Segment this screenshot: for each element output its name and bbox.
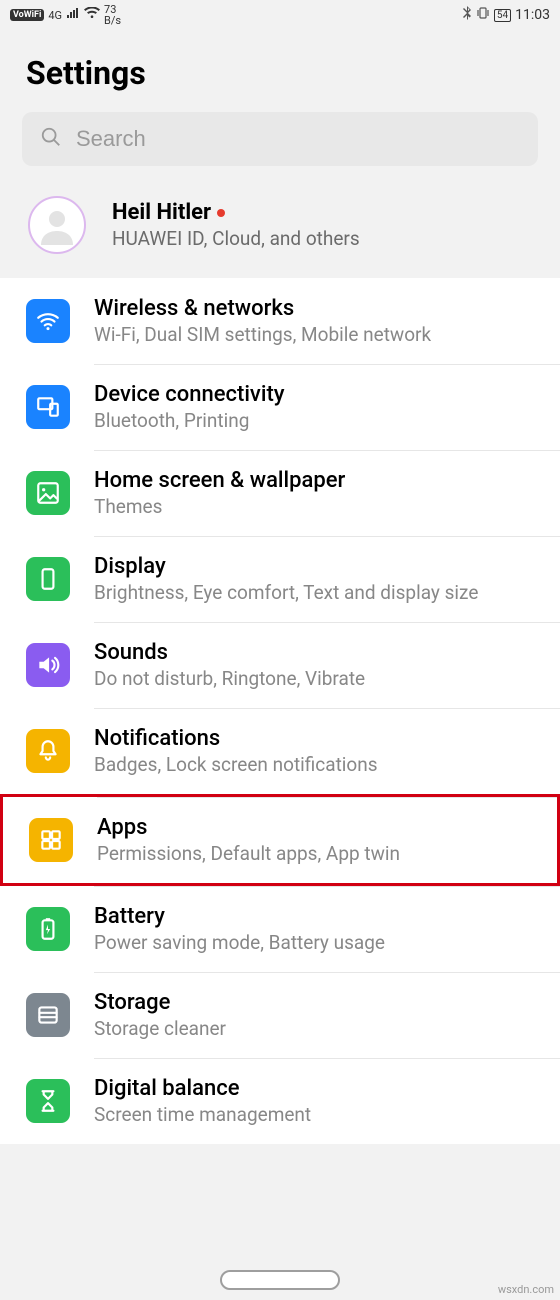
item-title: Display	[94, 554, 478, 579]
item-title: Notifications	[94, 726, 378, 751]
item-title: Storage	[94, 990, 226, 1015]
search-icon	[40, 126, 62, 152]
account-text: Heil Hitler HUAWEI ID, Cloud, and others	[112, 200, 360, 250]
battery-icon	[26, 907, 70, 951]
page-title: Settings	[26, 54, 534, 92]
image-icon	[26, 471, 70, 515]
item-title: Digital balance	[94, 1076, 311, 1101]
item-subtitle: Themes	[94, 495, 345, 518]
devices-icon	[26, 385, 70, 429]
page-header: Settings	[0, 30, 560, 112]
item-subtitle: Screen time management	[94, 1103, 311, 1126]
account-row[interactable]: Heil Hitler HUAWEI ID, Cloud, and others	[0, 178, 560, 278]
settings-item-hourglass[interactable]: Digital balanceScreen time management	[0, 1058, 560, 1144]
item-subtitle: Permissions, Default apps, App twin	[97, 842, 400, 865]
watermark: wsxdn.com	[498, 1283, 554, 1296]
data-speed: 73 B/s	[104, 4, 121, 26]
status-bar: VoWiFi 4G 73 B/s 54 11:03	[0, 0, 560, 30]
settings-list: Wireless & networksWi-Fi, Dual SIM setti…	[0, 278, 560, 1144]
item-text: NotificationsBadges, Lock screen notific…	[94, 726, 378, 776]
avatar	[28, 196, 86, 254]
nav-pill[interactable]	[220, 1270, 340, 1290]
search-field[interactable]	[22, 112, 538, 166]
account-subtitle: HUAWEI ID, Cloud, and others	[112, 227, 360, 250]
status-left: VoWiFi 4G 73 B/s	[10, 4, 121, 26]
item-title: Sounds	[94, 640, 365, 665]
notification-dot-icon	[217, 209, 225, 217]
item-text: StorageStorage cleaner	[94, 990, 226, 1040]
sound-icon	[26, 643, 70, 687]
phone-icon	[26, 557, 70, 601]
settings-item-apps[interactable]: AppsPermissions, Default apps, App twin	[0, 794, 560, 886]
battery-indicator: 54	[494, 9, 511, 22]
item-text: Wireless & networksWi-Fi, Dual SIM setti…	[94, 296, 431, 346]
item-subtitle: Badges, Lock screen notifications	[94, 753, 378, 776]
item-text: Digital balanceScreen time management	[94, 1076, 311, 1126]
wifi-icon	[26, 299, 70, 343]
item-text: Device connectivityBluetooth, Printing	[94, 382, 285, 432]
item-title: Battery	[94, 904, 385, 929]
search-input[interactable]	[76, 126, 520, 152]
settings-item-battery[interactable]: BatteryPower saving mode, Battery usage	[0, 886, 560, 972]
signal-icon	[66, 7, 80, 23]
settings-item-phone[interactable]: DisplayBrightness, Eye comfort, Text and…	[0, 536, 560, 622]
settings-item-wifi[interactable]: Wireless & networksWi-Fi, Dual SIM setti…	[0, 278, 560, 364]
item-text: SoundsDo not disturb, Ringtone, Vibrate	[94, 640, 365, 690]
clock: 11:03	[515, 7, 550, 23]
item-subtitle: Bluetooth, Printing	[94, 409, 285, 432]
wifi-icon	[84, 7, 100, 23]
vibrate-icon	[476, 6, 490, 24]
settings-item-storage[interactable]: StorageStorage cleaner	[0, 972, 560, 1058]
item-title: Wireless & networks	[94, 296, 431, 321]
item-text: DisplayBrightness, Eye comfort, Text and…	[94, 554, 478, 604]
item-text: BatteryPower saving mode, Battery usage	[94, 904, 385, 954]
network-type: 4G	[48, 10, 62, 21]
settings-item-bell[interactable]: NotificationsBadges, Lock screen notific…	[0, 708, 560, 794]
item-title: Home screen & wallpaper	[94, 468, 345, 493]
storage-icon	[26, 993, 70, 1037]
item-text: AppsPermissions, Default apps, App twin	[97, 815, 400, 865]
item-subtitle: Power saving mode, Battery usage	[94, 931, 385, 954]
item-title: Device connectivity	[94, 382, 285, 407]
hourglass-icon	[26, 1079, 70, 1123]
item-subtitle: Do not disturb, Ringtone, Vibrate	[94, 667, 365, 690]
settings-item-devices[interactable]: Device connectivityBluetooth, Printing	[0, 364, 560, 450]
apps-icon	[29, 818, 73, 862]
item-subtitle: Storage cleaner	[94, 1017, 226, 1040]
vowifi-badge: VoWiFi	[10, 9, 44, 21]
account-name: Heil Hitler	[112, 200, 360, 225]
item-text: Home screen & wallpaperThemes	[94, 468, 345, 518]
settings-item-image[interactable]: Home screen & wallpaperThemes	[0, 450, 560, 536]
item-subtitle: Brightness, Eye comfort, Text and displa…	[94, 581, 478, 604]
settings-item-sound[interactable]: SoundsDo not disturb, Ringtone, Vibrate	[0, 622, 560, 708]
status-right: 54 11:03	[462, 6, 550, 24]
item-subtitle: Wi-Fi, Dual SIM settings, Mobile network	[94, 323, 431, 346]
bell-icon	[26, 729, 70, 773]
bluetooth-icon	[462, 6, 472, 24]
item-title: Apps	[97, 815, 400, 840]
